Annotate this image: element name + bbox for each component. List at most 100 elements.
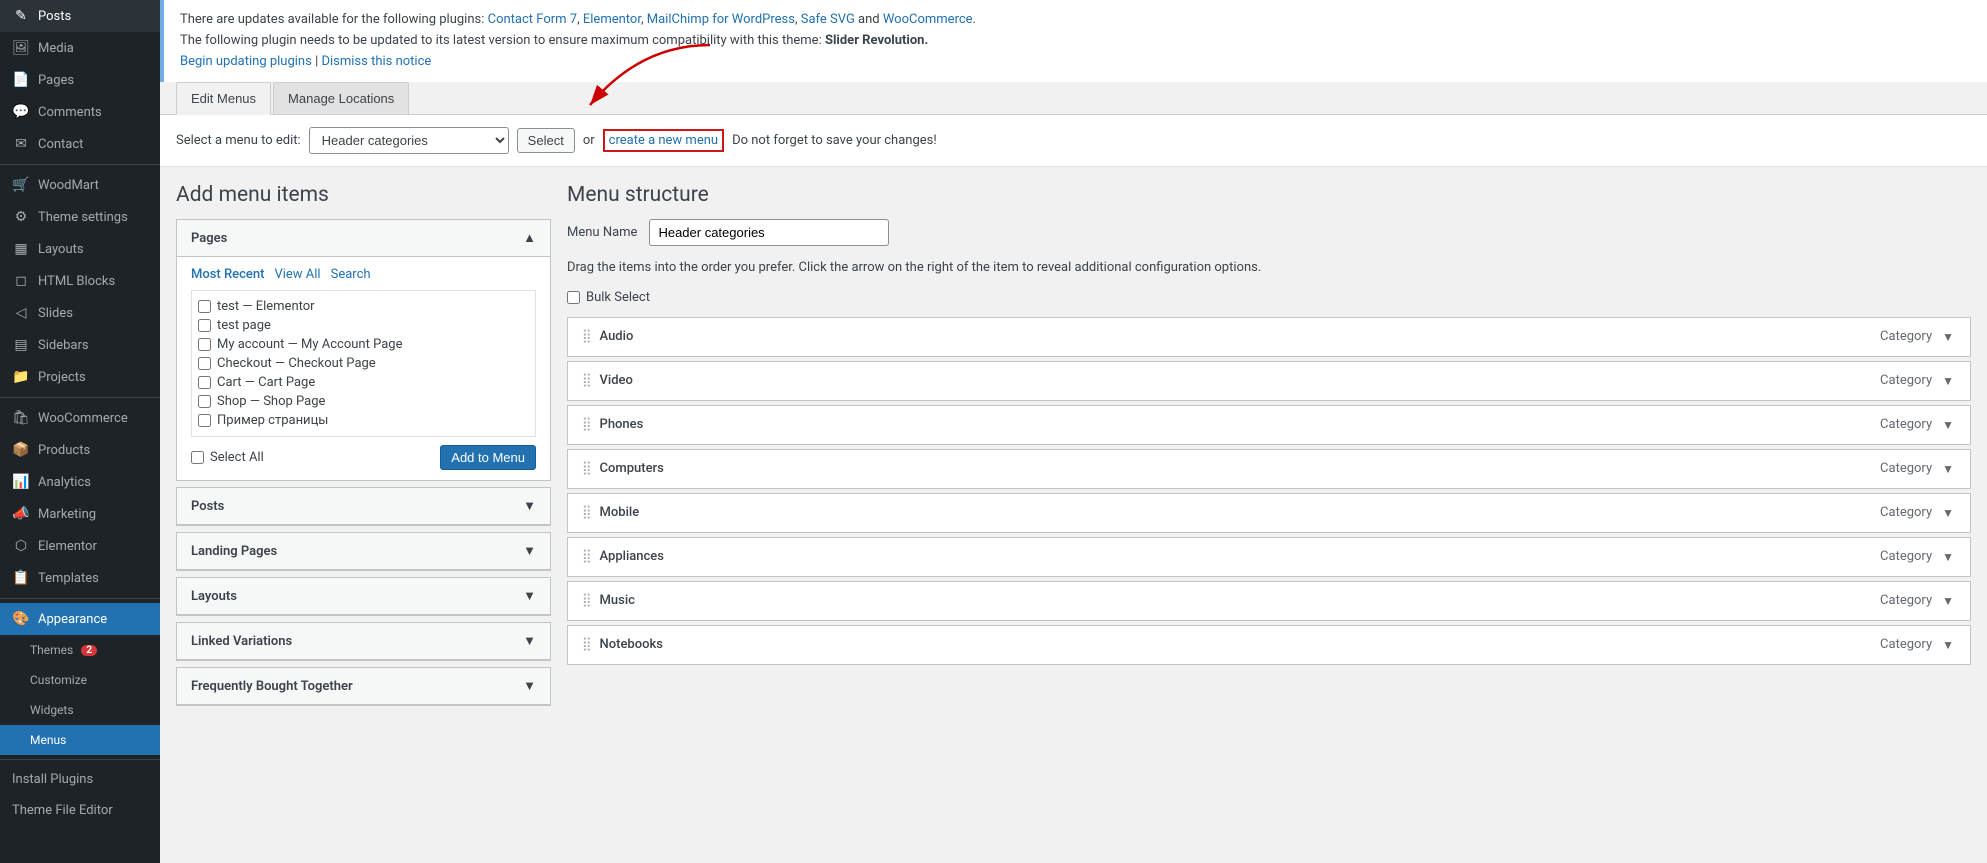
accordion-layouts-header[interactable]: Layouts ▼ [177, 578, 550, 615]
page-checkbox-test-page[interactable] [198, 319, 211, 332]
sidebar-item-theme-settings[interactable]: ⚙ Theme settings [0, 201, 160, 233]
menu-item-music-type: Category [1880, 593, 1932, 608]
menu-item-video-expand[interactable]: ▼ [1940, 372, 1956, 390]
menu-item-music[interactable]: ⣿ Music Category ▼ [567, 581, 1971, 621]
notice-elementor-link[interactable]: Elementor [583, 12, 641, 27]
tab-manage-locations[interactable]: Manage Locations [273, 82, 409, 114]
page-checkbox-test-elementor[interactable] [198, 300, 211, 313]
add-to-menu-button[interactable]: Add to Menu [440, 445, 536, 470]
page-checkbox-checkout[interactable] [198, 357, 211, 370]
sidebar-item-comments[interactable]: 💬 Comments [0, 96, 160, 128]
menu-item-music-expand[interactable]: ▼ [1940, 592, 1956, 610]
accordion-landing-pages: Landing Pages ▼ [176, 532, 551, 571]
sidebar-item-products[interactable]: 📦 Products [0, 434, 160, 466]
notice-dismiss-link[interactable]: Dismiss this notice [321, 54, 431, 69]
tab-edit-menus[interactable]: Edit Menus [176, 82, 271, 115]
sidebar-item-posts[interactable]: ✎ Posts [0, 0, 160, 32]
menu-item-appliances-expand[interactable]: ▼ [1940, 548, 1956, 566]
menu-item-video-type: Category [1880, 373, 1932, 388]
menu-item-phones-expand[interactable]: ▼ [1940, 416, 1956, 434]
templates-icon: 📋 [12, 570, 30, 586]
accordion-landing-pages-header[interactable]: Landing Pages ▼ [177, 533, 550, 570]
notice-contact-form-link[interactable]: Contact Form 7 [488, 12, 577, 27]
notice-line1: There are updates available for the foll… [180, 10, 1971, 31]
menu-item-mobile-expand[interactable]: ▼ [1940, 504, 1956, 522]
accordion-frequently-bought-label: Frequently Bought Together [191, 679, 353, 694]
elementor-icon: ⬡ [12, 538, 30, 554]
page-item-cart: Cart — Cart Page [198, 373, 529, 392]
menu-select-dropdown[interactable]: Header categories [309, 127, 509, 154]
sidebar-item-templates[interactable]: 📋 Templates [0, 562, 160, 594]
accordion-linked-variations-header[interactable]: Linked Variations ▼ [177, 623, 550, 660]
sidebar-item-woocommerce[interactable]: 🛍 WooCommerce [0, 402, 160, 434]
subtab-search[interactable]: Search [331, 267, 371, 282]
accordion-pages-label: Pages [191, 231, 227, 246]
select-all-checkbox[interactable] [191, 451, 204, 464]
left-panel-title: Add menu items [176, 183, 551, 207]
notice-mailchimp-link[interactable]: MailChimp for WordPress [647, 12, 795, 27]
sidebar-item-label: WooCommerce [38, 411, 128, 426]
menu-item-notebooks-expand[interactable]: ▼ [1940, 636, 1956, 654]
accordion-posts-header[interactable]: Posts ▼ [177, 488, 550, 525]
sidebar-item-woodmart[interactable]: 🛒 WoodMart [0, 169, 160, 201]
sidebar-item-theme-file-editor[interactable]: Theme File Editor [0, 795, 160, 826]
drag-handle-appliances: ⣿ [582, 549, 592, 564]
sidebar-item-html-blocks[interactable]: ◻ HTML Blocks [0, 265, 160, 297]
sidebar-item-layouts[interactable]: ▦ Layouts [0, 233, 160, 265]
menu-item-computers-expand[interactable]: ▼ [1940, 460, 1956, 478]
reminder-text: Do not forget to save your changes! [732, 133, 937, 148]
menu-item-mobile[interactable]: ⣿ Mobile Category ▼ [567, 493, 1971, 533]
sidebar-item-pages[interactable]: 📄 Pages [0, 64, 160, 96]
notice-begin-link[interactable]: Begin updating plugins [180, 54, 312, 69]
page-checkbox-cart[interactable] [198, 376, 211, 389]
page-checkbox-my-account[interactable] [198, 338, 211, 351]
sidebar-item-analytics[interactable]: 📊 Analytics [0, 466, 160, 498]
sidebar-item-sidebars[interactable]: ▤ Sidebars [0, 329, 160, 361]
menu-item-phones[interactable]: ⣿ Phones Category ▼ [567, 405, 1971, 445]
sidebar-item-media[interactable]: 🖼 Media [0, 32, 160, 64]
menu-item-notebooks[interactable]: ⣿ Notebooks Category ▼ [567, 625, 1971, 665]
sidebar-item-slides[interactable]: ◁ Slides [0, 297, 160, 329]
bulk-select-row: Bulk Select [567, 290, 1971, 305]
sidebar-item-label: Media [38, 41, 74, 56]
pages-footer: Select All Add to Menu [191, 445, 536, 470]
notice-safe-svg-link[interactable]: Safe SVG [801, 12, 855, 27]
sidebar-item-contact[interactable]: ✉ Contact [0, 128, 160, 160]
sidebar-item-appearance[interactable]: 🎨 Appearance [0, 603, 160, 635]
layouts-icon: ▦ [12, 241, 30, 257]
select-menu-button[interactable]: Select [517, 128, 575, 153]
sidebar-subitem-customize[interactable]: Customize [0, 665, 160, 695]
bulk-select-checkbox[interactable] [567, 291, 580, 304]
sidebar-item-elementor[interactable]: ⬡ Elementor [0, 530, 160, 562]
sidebar-item-marketing[interactable]: 📣 Marketing [0, 498, 160, 530]
page-checkbox-shop[interactable] [198, 395, 211, 408]
menu-name-input[interactable] [649, 219, 889, 246]
drag-handle-music: ⣿ [582, 593, 592, 608]
sidebar-subitem-themes[interactable]: Themes 2 [0, 635, 160, 665]
subtab-view-all[interactable]: View All [274, 267, 320, 282]
sidebar-item-projects[interactable]: 📁 Projects [0, 361, 160, 393]
menu-item-appliances[interactable]: ⣿ Appliances Category ▼ [567, 537, 1971, 577]
page-checkbox-primer[interactable] [198, 414, 211, 427]
projects-icon: 📁 [12, 369, 30, 385]
page-item-test-page: test page [198, 316, 529, 335]
accordion-frequently-bought-header[interactable]: Frequently Bought Together ▼ [177, 668, 550, 705]
widgets-label: Widgets [30, 703, 74, 717]
accordion-pages-header[interactable]: Pages ▲ [177, 220, 550, 257]
menu-item-computers[interactable]: ⣿ Computers Category ▼ [567, 449, 1971, 489]
notice-woocommerce-link[interactable]: WooCommerce [883, 12, 973, 27]
menu-item-audio-expand[interactable]: ▼ [1940, 328, 1956, 346]
sidebar-subitem-widgets[interactable]: Widgets [0, 695, 160, 725]
accordion-layouts-label: Layouts [191, 589, 237, 604]
subtab-most-recent[interactable]: Most Recent [191, 267, 264, 282]
sidebar-item-install-plugins[interactable]: Install Plugins [0, 764, 160, 795]
sidebar-item-label: WoodMart [38, 178, 99, 193]
create-new-menu-link[interactable]: create a new menu [603, 129, 724, 152]
sidebar-subitem-menus[interactable]: Menus [0, 725, 160, 755]
sidebar-item-label: Sidebars [38, 338, 89, 353]
accordion-layouts-chevron: ▼ [523, 588, 536, 604]
menu-item-video[interactable]: ⣿ Video Category ▼ [567, 361, 1971, 401]
sidebar-item-label: Contact [38, 137, 83, 152]
select-menu-label: Select a menu to edit: [176, 133, 301, 148]
menu-item-audio[interactable]: ⣿ Audio Category ▼ [567, 317, 1971, 357]
